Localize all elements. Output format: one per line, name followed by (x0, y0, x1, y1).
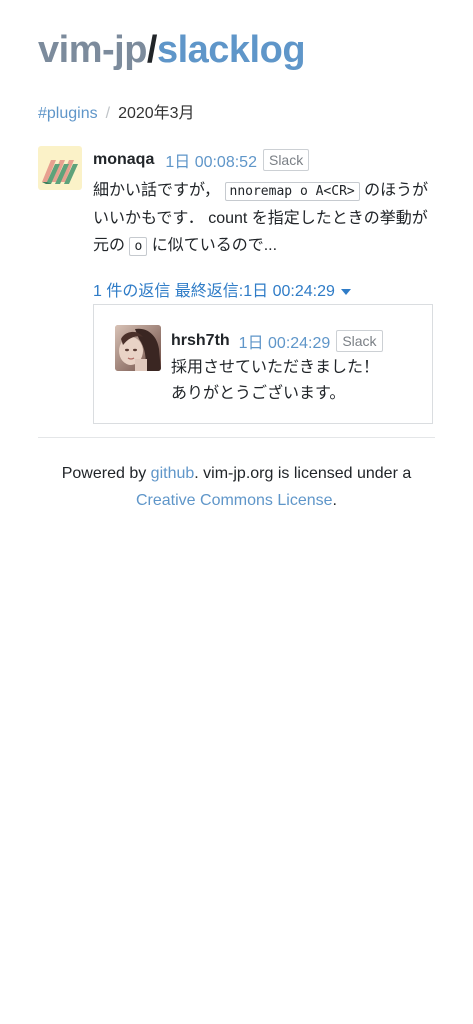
breadcrumb-current: 2020年3月 (118, 105, 195, 122)
reply-author: hrsh7th (171, 332, 230, 349)
hrsh7th-avatar-icon (115, 325, 161, 371)
reply-text: 採用させていただきました！ ありがとうございます。 (171, 355, 421, 407)
monaqa-logo-icon (42, 160, 78, 184)
title-separator: / (146, 29, 158, 71)
reply-text-line: ありがとうございます。 (171, 385, 346, 402)
footer-text: . (332, 492, 337, 509)
reply-text-line: 採用させていただきました！ (171, 359, 380, 376)
repo-link[interactable]: slacklog (157, 29, 306, 71)
footer-text: . vim-jp.org is licensed under a (194, 465, 412, 482)
message-timestamp-link[interactable]: 1日 00:08:52 (165, 148, 257, 172)
message-author: monaqa (93, 151, 155, 168)
footer: Powered by github. vim-jp.org is license… (0, 460, 473, 514)
reply-thread: hrsh7th 1日 00:24:29 Slack 採用させていただきました！ … (93, 304, 433, 424)
avatar-hrsh7th (115, 325, 161, 371)
message-text: 細かい話ですが， nnoremap o A<CR> のほうがいいかもです． co… (93, 177, 438, 260)
license-link[interactable]: Creative Commons License (136, 492, 333, 509)
inline-code: o (129, 237, 148, 256)
breadcrumb: #plugins / 2020年3月 (38, 103, 195, 125)
github-link[interactable]: github (151, 465, 195, 482)
inline-code: nnoremap o A<CR> (224, 182, 360, 201)
reply-header: hrsh7th 1日 00:24:29 Slack (171, 327, 421, 355)
reply-timestamp-link[interactable]: 1日 00:24:29 (239, 329, 331, 353)
slack-badge[interactable]: Slack (262, 149, 310, 171)
site-title: vim-jp/slacklog (38, 26, 306, 74)
org-link[interactable]: vim-jp (38, 29, 147, 71)
footer-divider (38, 437, 435, 438)
slack-badge[interactable]: Slack (336, 330, 383, 352)
reply-body: hrsh7th 1日 00:24:29 Slack 採用させていただきました！ … (171, 327, 421, 407)
message-body: monaqa 1日 00:08:52 Slack 細かい話ですが， nnorem… (93, 146, 438, 260)
footer-text: Powered by (61, 465, 151, 482)
replies-toggle[interactable]: 1 件の返信 最終返信:1日 00:24:29 (93, 281, 351, 303)
breadcrumb-channel-link[interactable]: #plugins (38, 105, 98, 122)
avatar-monaqa (38, 146, 82, 190)
message-text-part: に似ているので... (147, 237, 278, 254)
breadcrumb-separator: / (105, 105, 111, 122)
message-text-part: 細かい話ですが， (93, 182, 221, 199)
caret-down-icon (340, 288, 351, 295)
replies-toggle-label: 1 件の返信 最終返信:1日 00:24:29 (93, 283, 335, 300)
message-header: monaqa 1日 00:08:52 Slack (93, 146, 438, 174)
